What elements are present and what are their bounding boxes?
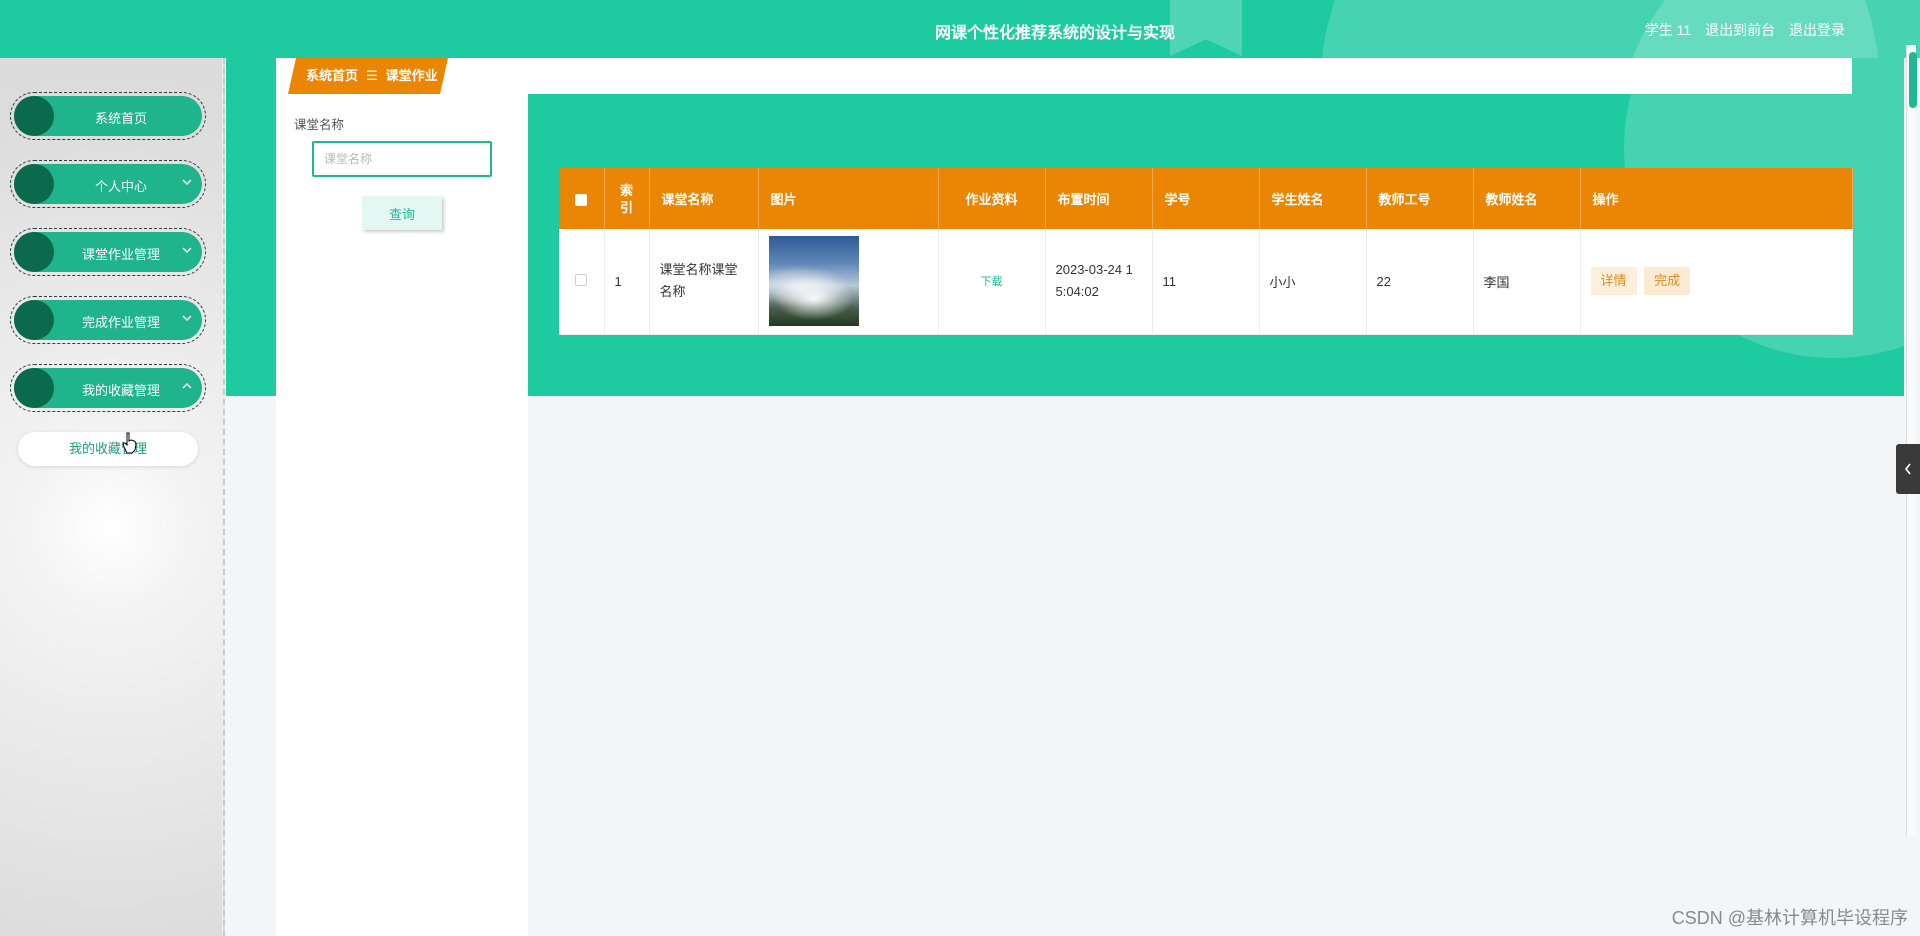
watermark: CSDN @基林计算机毕设程序 bbox=[1671, 908, 1908, 928]
breadcrumb-separator-icon: ☰ bbox=[366, 68, 378, 83]
table-row: 1 课堂名称课堂名称 下载 2023-03-24 15:04:02 11 小小 … bbox=[559, 229, 1853, 335]
hand-cursor-icon bbox=[122, 432, 137, 454]
sidebar-item-label: 系统首页 bbox=[94, 111, 147, 126]
select-all-checkbox[interactable] bbox=[575, 193, 588, 206]
chevron-down-icon bbox=[182, 315, 192, 322]
chevron-left-icon bbox=[1904, 463, 1911, 475]
breadcrumb: 系统首页 ☰ 课堂作业 bbox=[276, 58, 1852, 94]
row-teacher-no: 22 bbox=[1366, 229, 1474, 335]
user-name: 学生 11 bbox=[1644, 22, 1692, 38]
row-select-cell[interactable] bbox=[559, 229, 605, 335]
page-scrollbar[interactable] bbox=[1906, 45, 1916, 836]
column-header-teacher-name: 教师姓名 bbox=[1473, 168, 1581, 229]
row-checkbox[interactable] bbox=[575, 273, 588, 286]
row-time: 2023-03-24 15:04:02 bbox=[1045, 229, 1153, 335]
breadcrumb-tag: 系统首页 ☰ 课堂作业 bbox=[288, 58, 448, 94]
search-button[interactable]: 查询 bbox=[362, 196, 442, 230]
detail-button[interactable]: 详情 bbox=[1590, 267, 1637, 296]
menu-dot-icon bbox=[14, 164, 54, 204]
header-user-links: 学生 11 退出到前台 退出登录 bbox=[1635, 20, 1845, 40]
download-link[interactable]: 下载 bbox=[981, 276, 1003, 288]
menu-dot-icon bbox=[14, 300, 54, 340]
sidebar-subitem-favorites[interactable]: 我的收藏管理 bbox=[18, 432, 198, 466]
sidebar-item-label: 课堂作业管理 bbox=[81, 247, 160, 262]
column-header-student-no: 学号 bbox=[1152, 168, 1260, 229]
row-student-name: 小小 bbox=[1259, 229, 1367, 335]
column-header-index: 索 引 bbox=[604, 168, 650, 229]
app-title: 网课个性化推荐系统的设计与实现 bbox=[934, 25, 1175, 42]
select-all-header[interactable] bbox=[559, 168, 605, 229]
sidebar-item-class-homework[interactable]: 课堂作业管理 bbox=[10, 228, 206, 276]
top-header: 网课个性化推荐系统的设计与实现 学生 11 退出到前台 退出登录 bbox=[0, 0, 1920, 58]
table-header-row: 索 引 课堂名称 图片 作业资料 布置时间 学号 学生姓名 教师工号 教师姓名 … bbox=[559, 168, 1853, 229]
row-teacher-name: 李国 bbox=[1473, 229, 1581, 335]
back-to-front-link[interactable]: 退出到前台 bbox=[1705, 22, 1775, 38]
row-index: 1 bbox=[604, 229, 650, 335]
sidebar-item-label: 完成作业管理 bbox=[81, 315, 160, 330]
sidebar-item-home[interactable]: 系统首页 bbox=[10, 92, 206, 140]
complete-button[interactable]: 完成 bbox=[1644, 267, 1691, 296]
column-header-time: 布置时间 bbox=[1045, 168, 1153, 229]
scrollbar-thumb[interactable] bbox=[1909, 52, 1917, 108]
sidebar-item-completed-homework[interactable]: 完成作业管理 bbox=[10, 296, 206, 344]
chevron-up-icon bbox=[182, 382, 192, 389]
breadcrumb-current: 课堂作业 bbox=[385, 68, 438, 83]
column-header-material: 作业资料 bbox=[938, 168, 1046, 229]
menu-dot-icon bbox=[14, 232, 54, 272]
row-material-cell: 下载 bbox=[938, 229, 1046, 335]
search-panel: 课堂名称 查询 bbox=[276, 94, 528, 936]
column-header-student-name: 学生姓名 bbox=[1259, 168, 1367, 229]
homework-table: 索 引 课堂名称 图片 作业资料 布置时间 学号 学生姓名 教师工号 教师姓名 … bbox=[559, 168, 1853, 335]
chevron-down-icon bbox=[182, 179, 192, 186]
menu-dot-icon bbox=[14, 96, 54, 136]
sidebar-item-label: 我的收藏管理 bbox=[81, 383, 160, 398]
sidebar: 系统首页 个人中心 课堂作业管理 完成作业管理 我的收藏管理 bbox=[0, 58, 225, 936]
sidebar-item-label: 个人中心 bbox=[94, 179, 147, 194]
course-image[interactable] bbox=[768, 236, 859, 327]
sidebar-item-favorites[interactable]: 我的收藏管理 bbox=[10, 364, 206, 412]
column-header-image: 图片 bbox=[758, 168, 939, 229]
search-label: 课堂名称 bbox=[294, 118, 345, 132]
chevron-down-icon bbox=[182, 247, 192, 254]
logout-link[interactable]: 退出登录 bbox=[1789, 22, 1845, 38]
column-header-actions: 操作 bbox=[1580, 168, 1853, 229]
course-name-search-input[interactable] bbox=[312, 141, 492, 177]
menu-dot-icon bbox=[14, 368, 54, 408]
row-actions: 详情 完成 bbox=[1580, 229, 1853, 335]
side-panel-toggle[interactable] bbox=[1896, 444, 1920, 494]
sidebar-item-personal-center[interactable]: 个人中心 bbox=[10, 160, 206, 208]
row-image-cell bbox=[758, 229, 939, 335]
row-student-no: 11 bbox=[1152, 229, 1260, 335]
row-course-name: 课堂名称课堂名称 bbox=[649, 229, 759, 335]
breadcrumb-home[interactable]: 系统首页 bbox=[306, 68, 358, 83]
column-header-course: 课堂名称 bbox=[649, 168, 759, 229]
column-header-teacher-no: 教师工号 bbox=[1366, 168, 1474, 229]
